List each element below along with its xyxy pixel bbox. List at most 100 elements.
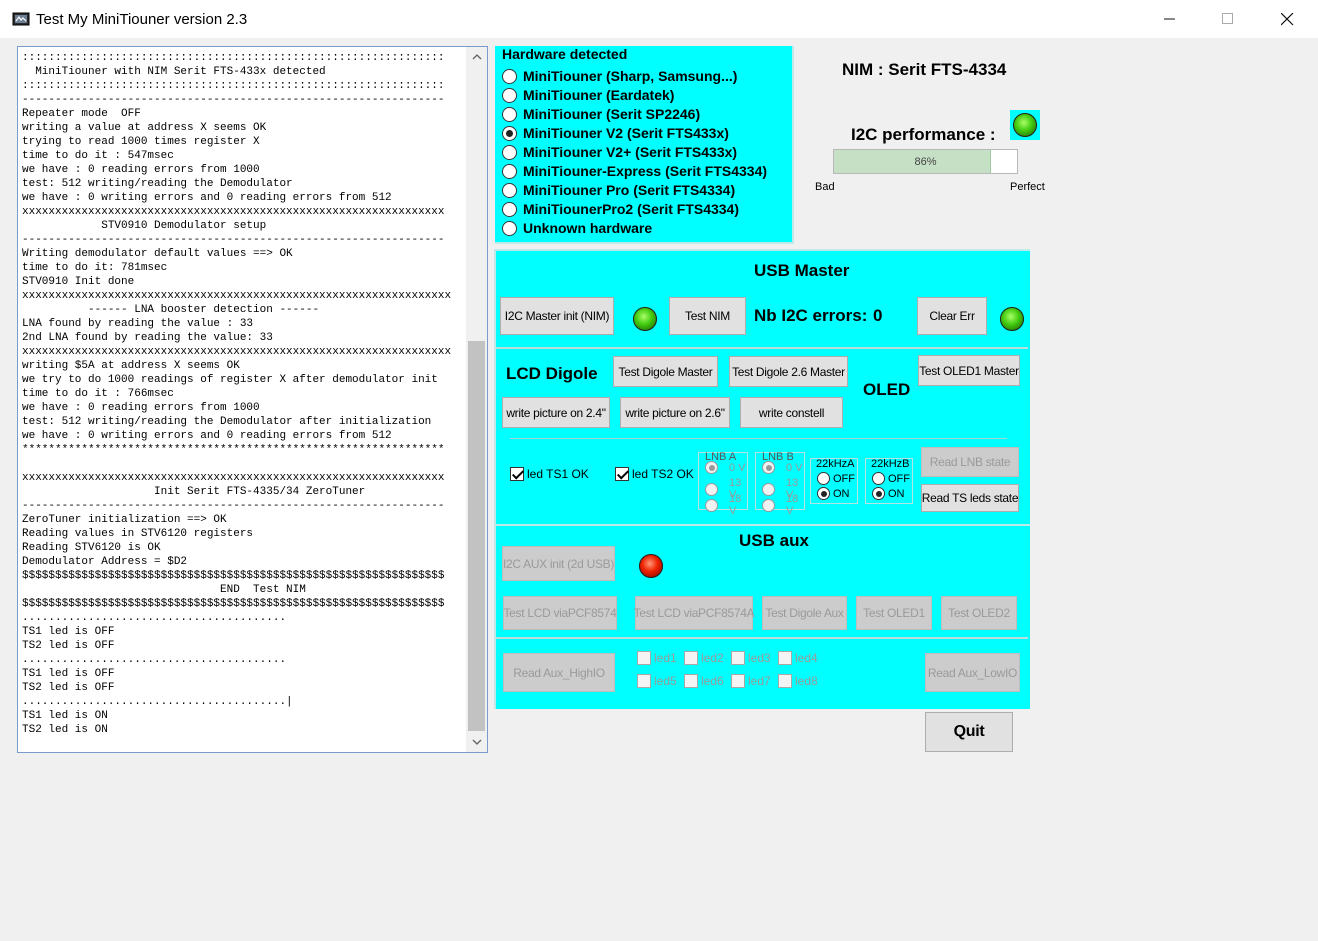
radio-dot[interactable] xyxy=(502,220,517,236)
lnb-a-group: LNB A 0 V 13 V 18 V xyxy=(698,451,748,517)
chevron-up-icon xyxy=(472,54,481,60)
test-oled1-master-button[interactable]: Test OLED1 Master xyxy=(918,355,1020,386)
nim-label: NIM : Serit FTS-4334 xyxy=(842,60,1007,79)
log-scrollbar[interactable] xyxy=(466,47,487,752)
checkbox-box[interactable] xyxy=(778,651,792,665)
checkbox-box[interactable] xyxy=(684,651,698,665)
write-constell-button[interactable]: write constell xyxy=(740,397,843,428)
radio-dot[interactable] xyxy=(762,498,775,512)
radio-dot[interactable] xyxy=(502,87,517,103)
radio-dot[interactable] xyxy=(817,472,830,485)
hardware-option-9[interactable]: Unknown hardware xyxy=(502,219,652,237)
22khz-b-on-radio[interactable]: ON xyxy=(872,487,905,500)
led-ts1-checkbox[interactable]: led TS1 OK xyxy=(510,467,589,481)
scroll-thumb[interactable] xyxy=(468,341,485,731)
hardware-option-4[interactable]: MiniTiouner V2 (Serit FTS433x) xyxy=(502,124,729,142)
radio-dot[interactable] xyxy=(705,461,718,474)
i2c-aux-init-button[interactable]: I2C AUX init (2d USB) xyxy=(502,546,615,581)
checkbox-box[interactable] xyxy=(731,651,745,665)
radio-dot[interactable] xyxy=(872,472,885,485)
radio-dot[interactable] xyxy=(502,201,517,217)
close-button[interactable] xyxy=(1258,0,1316,38)
hardware-option-3[interactable]: MiniTiouner (Serit SP2246) xyxy=(502,105,700,123)
app-icon xyxy=(12,11,30,27)
write-picture-26-button[interactable]: write picture on 2.6" xyxy=(620,397,730,428)
read-aux-low-io-button[interactable]: Read Aux_LowIO xyxy=(925,653,1020,692)
read-lnb-state-button[interactable]: Read LNB state xyxy=(921,447,1019,477)
aux-led2-checkbox[interactable]: led2 xyxy=(684,651,724,665)
test-digole-master-button[interactable]: Test Digole Master xyxy=(613,356,718,387)
quit-button[interactable]: Quit xyxy=(925,712,1013,752)
read-ts-leds-state-button[interactable]: Read TS leds state xyxy=(921,484,1019,512)
maximize-icon xyxy=(1222,13,1233,24)
radio-dot[interactable] xyxy=(502,125,517,141)
hardware-option-1[interactable]: MiniTiouner (Sharp, Samsung...) xyxy=(502,67,737,85)
minimize-button[interactable] xyxy=(1141,0,1199,38)
test-lcd-pcf8574-button[interactable]: Test LCD viaPCF8574 xyxy=(503,596,617,630)
lnb-b-18v-radio[interactable]: 18 V xyxy=(762,493,804,517)
test-digole-26-master-button[interactable]: Test Digole 2.6 Master xyxy=(729,356,848,387)
22khz-a-off-radio[interactable]: OFF xyxy=(817,472,855,485)
checkbox-box[interactable] xyxy=(684,674,698,688)
radio-dot[interactable] xyxy=(502,68,517,84)
log-line: ----------------------------------------… xyxy=(22,500,445,512)
aux-led6-checkbox[interactable]: led6 xyxy=(684,674,724,688)
log-line: $$$$$$$$$$$$$$$$$$$$$$$$$$$$$$$$$$$$$$$$… xyxy=(22,570,445,582)
radio-dot[interactable] xyxy=(502,144,517,160)
test-lcd-pcf8574a-button[interactable]: Test LCD viaPCF8574A xyxy=(634,596,755,630)
log-line: we try to do 1000 readings of register X… xyxy=(22,374,438,386)
22khz-a-on-radio[interactable]: ON xyxy=(817,487,850,500)
checkbox-box[interactable] xyxy=(637,674,651,688)
lnb-a-18v-radio[interactable]: 18 V xyxy=(705,493,747,517)
radio-dot[interactable] xyxy=(502,163,517,179)
radio-dot[interactable] xyxy=(872,487,885,500)
22khz-b-off-radio[interactable]: OFF xyxy=(872,472,910,485)
read-aux-high-io-button[interactable]: Read Aux_HighIO xyxy=(503,653,615,692)
scroll-up-button[interactable] xyxy=(466,47,487,67)
lnb-b-0v-radio[interactable]: 0 V xyxy=(762,461,803,474)
hardware-option-6[interactable]: MiniTiouner-Express (Serit FTS4334) xyxy=(502,162,767,180)
log-line: we have : 0 reading errors from 1000 xyxy=(22,402,260,414)
led-ts2-checkbox[interactable]: led TS2 OK xyxy=(615,467,694,481)
aux-led8-checkbox[interactable]: led8 xyxy=(778,674,818,688)
log-text: ::::::::::::::::::::::::::::::::::::::::… xyxy=(22,51,466,747)
radio-dot[interactable] xyxy=(817,487,830,500)
checkbox-box[interactable] xyxy=(637,651,651,665)
i2c-master-init-button[interactable]: I2C Master init (NIM) xyxy=(500,297,614,335)
checkbox-box[interactable] xyxy=(615,467,629,481)
lnb-a-0v-label: 0 V xyxy=(729,461,746,474)
checkbox-box[interactable] xyxy=(731,674,745,688)
log-line: TS2 led is ON xyxy=(22,724,108,736)
hardware-option-8[interactable]: MiniTiounerPro2 (Serit FTS4334) xyxy=(502,200,739,218)
test-nim-button[interactable]: Test NIM xyxy=(669,297,746,335)
lnb-a-0v-radio[interactable]: 0 V xyxy=(705,461,746,474)
checkbox-box[interactable] xyxy=(510,467,524,481)
lnb-b-group: LNB B 0 V 13 V 18 V xyxy=(755,451,805,517)
aux-led5-checkbox[interactable]: led5 xyxy=(637,674,677,688)
radio-dot[interactable] xyxy=(502,106,517,122)
aux-led7-checkbox[interactable]: led7 xyxy=(731,674,771,688)
hardware-option-label: MiniTiounerPro2 (Serit FTS4334) xyxy=(523,201,740,217)
aux-led1-checkbox[interactable]: led1 xyxy=(637,651,677,665)
hardware-option-2[interactable]: MiniTiouner (Eardatek) xyxy=(502,86,674,104)
scroll-down-button[interactable] xyxy=(466,732,487,752)
maximize-button[interactable] xyxy=(1199,0,1257,38)
checkbox-box[interactable] xyxy=(778,674,792,688)
log-textbox[interactable]: ::::::::::::::::::::::::::::::::::::::::… xyxy=(17,46,488,753)
write-picture-24-button[interactable]: write picture on 2.4" xyxy=(502,397,610,428)
lnb-a-18v-label: 18 V xyxy=(729,493,742,517)
test-oled2-button[interactable]: Test OLED2 xyxy=(941,596,1017,630)
radio-dot[interactable] xyxy=(705,498,718,512)
clear-errors-button[interactable]: Clear Err xyxy=(917,297,987,335)
window-title: Test My MiniTiouner version 2.3 xyxy=(36,11,248,28)
aux-led3-checkbox[interactable]: led3 xyxy=(731,651,771,665)
hardware-option-5[interactable]: MiniTiouner V2+ (Serit FTS433x) xyxy=(502,143,737,161)
radio-dot[interactable] xyxy=(762,461,775,474)
log-line: STV0910 Demodulator setup xyxy=(22,220,267,232)
i2c-errors-led xyxy=(1000,307,1024,331)
hardware-option-7[interactable]: MiniTiouner Pro (Serit FTS4334) xyxy=(502,181,735,199)
radio-dot[interactable] xyxy=(502,182,517,198)
test-oled1-button[interactable]: Test OLED1 xyxy=(856,596,932,630)
aux-led4-checkbox[interactable]: led4 xyxy=(778,651,818,665)
test-digole-aux-button[interactable]: Test Digole Aux xyxy=(762,596,847,630)
